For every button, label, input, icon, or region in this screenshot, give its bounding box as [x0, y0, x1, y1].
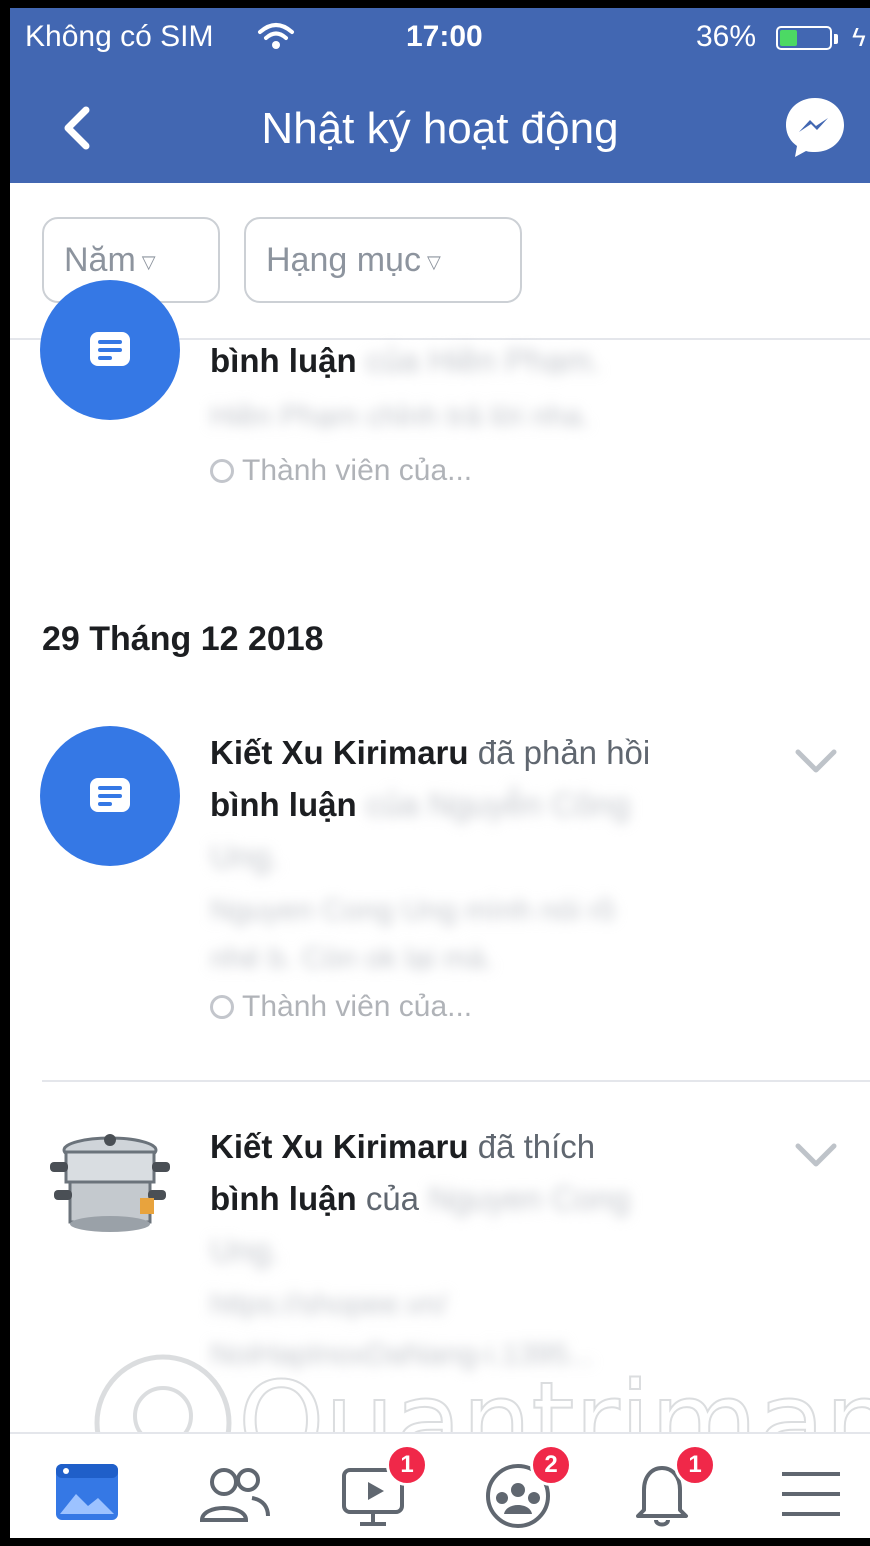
audience-label: Thành viên của... — [210, 990, 472, 1024]
activity-text-line2: bình luận của Nguyen Cong — [210, 1180, 631, 1217]
menu-icon[interactable] — [770, 1454, 850, 1534]
bottom-tab-bar: 1 2 1 — [10, 1432, 870, 1538]
comment-icon — [90, 778, 130, 812]
battery-percent: 36% — [696, 20, 757, 53]
charging-icon: ϟ — [852, 22, 866, 52]
friends-icon[interactable] — [194, 1454, 274, 1534]
date-heading: 29 Tháng 12 2018 — [42, 620, 324, 658]
smile-icon — [210, 459, 234, 483]
notifications-badge: 1 — [674, 1444, 716, 1486]
comment-activity-icon — [40, 726, 180, 866]
news-feed-icon[interactable] — [50, 1454, 130, 1534]
activity-text-line3: Ung. — [210, 838, 280, 875]
watch-badge: 1 — [386, 1444, 428, 1486]
category-filter-label: Hạng mục — [266, 241, 421, 279]
top-bar: Không có SIM 17:00 36% ϟ Nhật ký hoạt độ… — [10, 8, 870, 183]
clock: 17:00 — [406, 20, 483, 53]
chevron-down-icon[interactable] — [794, 746, 838, 776]
carrier-label: Không có SIM — [25, 20, 214, 53]
category-filter-button[interactable]: Hạng mục ▽ — [244, 217, 522, 303]
phone-screen: Không có SIM 17:00 36% ϟ Nhật ký hoạt độ… — [10, 8, 870, 1538]
activity-preview: Hiền Phạm chỉnh trả lời nha. — [210, 400, 590, 433]
audience-label: Thành viên của... — [210, 454, 472, 488]
activity-text-line2: bình luận của Nguyễn Công — [210, 786, 631, 823]
steamer-pot-thumbnail — [50, 1134, 170, 1232]
battery-icon — [776, 26, 832, 50]
caret-down-icon: ▽ — [141, 252, 156, 273]
year-filter-label: Năm — [64, 241, 136, 279]
activity-text-line3: Ung. — [210, 1232, 280, 1269]
smile-icon — [210, 995, 234, 1019]
comment-activity-icon — [40, 280, 180, 420]
activity-preview-line2: nhé b. Còn ok lại mà. — [210, 942, 494, 975]
activity-text[interactable]: Kiết Xu Kirimaru đã phản hồi — [210, 728, 650, 778]
messenger-icon[interactable] — [782, 94, 848, 160]
divider — [42, 1080, 870, 1082]
battery-level — [780, 30, 797, 46]
chevron-down-icon[interactable] — [794, 1140, 838, 1170]
comment-icon — [90, 332, 130, 366]
page-title: Nhật ký hoạt động — [261, 104, 619, 153]
activity-text[interactable]: bình luận của Hiền Phạm. — [210, 336, 601, 386]
groups-badge: 2 — [530, 1444, 572, 1486]
caret-down-icon: ▽ — [426, 252, 441, 273]
wifi-icon — [258, 23, 294, 49]
activity-preview: Nguyen Cong Ung mình nói rồ — [210, 894, 616, 927]
activity-text[interactable]: Kiết Xu Kirimaru đã thích — [210, 1122, 595, 1172]
battery-tip — [834, 34, 838, 44]
activity-preview: https://shopee.vn/ — [210, 1288, 447, 1321]
